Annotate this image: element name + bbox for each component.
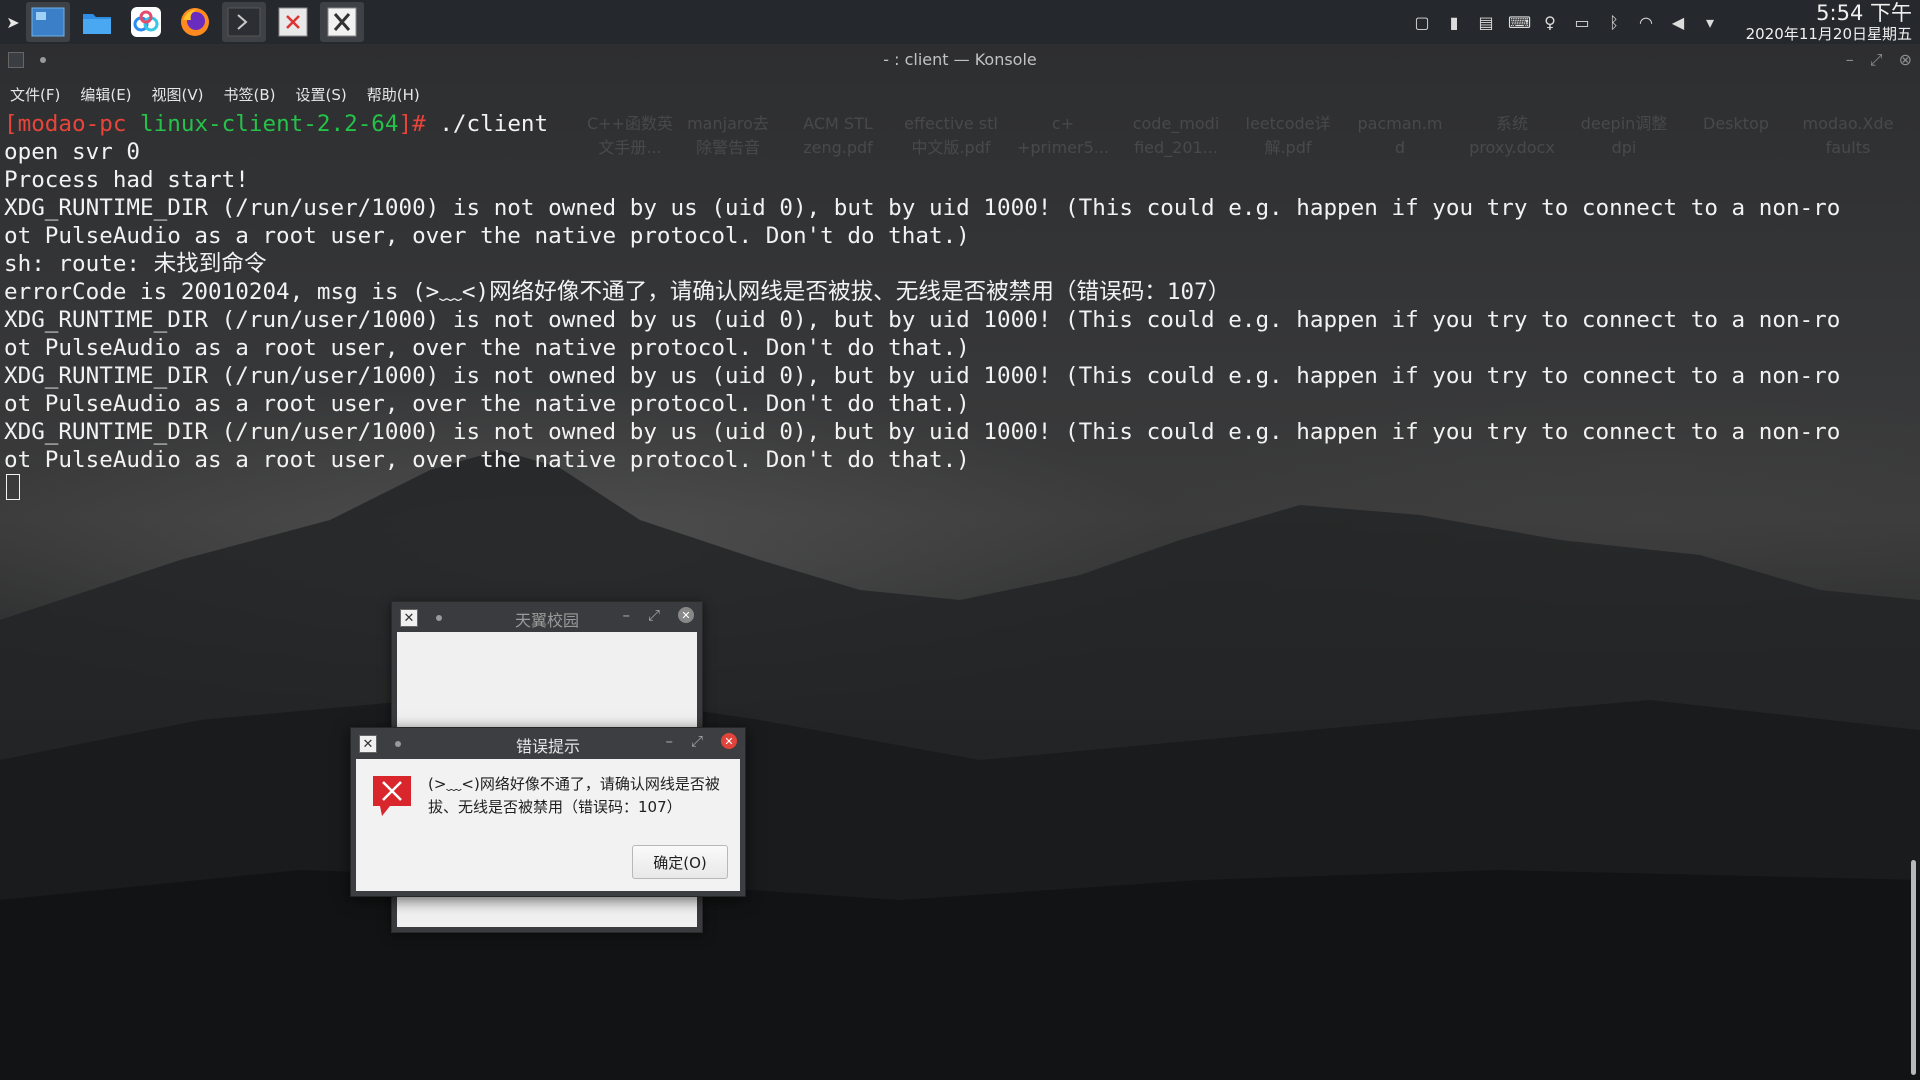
desktop-icon[interactable] [26,2,70,42]
error-dialog-body: (>﹏<)网络好像不通了，请确认网线是否被拔、无线是否被禁用（错误码：107） … [356,759,740,891]
menubar: 文件(F) 编辑(E) 视图(V) 书签(B) 设置(S) 帮助(H) [0,81,430,107]
ok-button[interactable]: 确定(O) [632,845,728,879]
menu-edit[interactable]: 编辑(E) [70,81,141,107]
error-message: (>﹏<)网络好像不通了，请确认网线是否被拔、无线是否被禁用（错误码：107） [428,775,720,816]
terminal-line: XDG_RUNTIME_DIR (/run/user/1000) is not … [4,195,1841,221]
error-icon [373,776,411,816]
x-app-icon[interactable] [320,2,364,42]
battery-icon[interactable]: ▭ [1572,13,1592,32]
terminal-cursor [6,474,20,500]
expand-icon[interactable]: ▾ [1700,13,1720,32]
bulb-icon[interactable]: ♀ [1540,13,1560,32]
bluetooth-icon[interactable]: ᛒ [1604,13,1624,32]
error-app-icon[interactable] [271,2,315,42]
terminal-line: Process had start! [4,167,249,193]
close-icon[interactable]: ⊗ [1899,50,1912,70]
terminal-line: XDG_RUNTIME_DIR (/run/user/1000) is not … [4,363,1841,389]
menu-view[interactable]: 视图(V) [142,81,214,107]
baidu-netdisk-icon[interactable] [124,2,168,42]
minimize-icon[interactable]: – [622,606,630,624]
firefox-icon[interactable] [173,2,217,42]
maximize-icon[interactable]: ⤢ [691,732,703,750]
terminal-line: errorCode is 20010204, msg is (>﹏<)网络好像不… [4,279,1231,305]
notes-icon[interactable]: ▤ [1476,13,1496,32]
maximize-icon[interactable]: ⤢ [1870,50,1883,70]
volume-icon[interactable]: ◀ [1668,13,1688,32]
file-manager-icon[interactable] [75,2,119,42]
terminal-line: sh: route: 未找到命令 [4,251,267,277]
menu-file[interactable]: 文件(F) [0,81,70,107]
tianyi-titlebar[interactable]: ✕ 天翼校园 – ⤢ ✕ [392,602,702,632]
minimize-icon[interactable]: – [1846,50,1854,70]
clock[interactable]: 5:54 下午 2020年11月20日星期五 [1722,0,1912,44]
terminal-line: XDG_RUNTIME_DIR (/run/user/1000) is not … [4,307,1841,333]
close-icon[interactable]: ✕ [721,733,737,749]
konsole-icon[interactable] [222,2,266,42]
launcher-arrow-icon[interactable]: ➤ [0,0,26,44]
cursor-line [4,474,1900,502]
terminal-line: ot PulseAudio as a root user, over the n… [4,391,970,417]
error-dialog-titlebar[interactable]: ✕ 错误提示 – ⤢ ✕ [351,728,745,758]
error-dialog[interactable]: ✕ 错误提示 – ⤢ ✕ (>﹏<)网络好像不通了，请确认网线是否被拔、无线是否… [350,727,746,897]
prompt-dir: linux-client-2.2-64 [140,111,399,137]
terminal-line: open svr 0 [4,139,141,165]
close-icon[interactable]: ✕ [678,607,694,623]
prompt-user: [modao-pc [4,111,127,137]
window-icon[interactable]: ▢ [1412,13,1432,32]
clipboard-icon[interactable]: ▮ [1444,13,1464,32]
prompt-mark: ]# [398,111,426,137]
menu-settings[interactable]: 设置(S) [286,81,357,107]
wifi-icon[interactable]: ◠ [1636,13,1656,32]
terminal-line: ot PulseAudio as a root user, over the n… [4,335,970,361]
terminal-line: XDG_RUNTIME_DIR (/run/user/1000) is not … [4,419,1841,445]
terminal-scrollbar[interactable] [1911,860,1916,1075]
clock-date: 2020年11月20日星期五 [1745,25,1912,43]
menu-bookmarks[interactable]: 书签(B) [214,81,286,107]
terminal-output[interactable]: [modao-pc linux-client-2.2-64]# ./client… [0,110,1900,1080]
menu-help[interactable]: 帮助(H) [357,81,430,107]
command: ./client [425,111,549,137]
prompt-line: [modao-pc linux-client-2.2-64]# ./client [4,110,1900,138]
keyboard-icon[interactable]: ⌨ [1508,13,1531,32]
window-title: - : client — Konsole [883,50,1037,69]
maximize-icon[interactable]: ⤢ [648,606,660,624]
minimize-icon[interactable]: – [665,732,673,750]
konsole-titlebar[interactable]: - : client — Konsole – ⤢ ⊗ [0,44,1920,76]
terminal-line: ot PulseAudio as a root user, over the n… [4,223,970,249]
system-tray: ▢ ▮ ▤ ⌨ ♀ ▭ ᛒ ◠ ◀ ▾ [1412,0,1720,44]
terminal-line: ot PulseAudio as a root user, over the n… [4,447,970,473]
clock-time: 5:54 下午 [1816,1,1912,25]
top-panel: ➤ ▢ ▮ ▤ ⌨ ♀ ▭ ᛒ ◠ ◀ ▾ 5:54 下午 2020年11月20… [0,0,1920,44]
